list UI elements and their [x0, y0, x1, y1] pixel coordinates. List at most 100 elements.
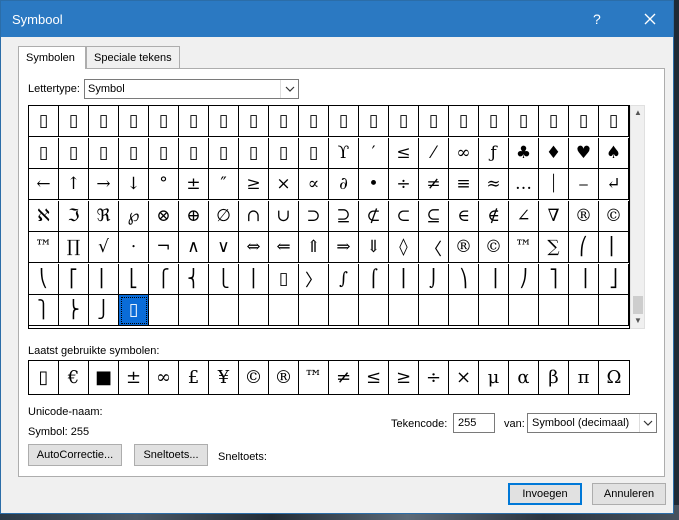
symbol-cell[interactable]: ⎬	[59, 295, 89, 326]
symbol-cell[interactable]: ∨	[209, 232, 239, 263]
symbol-cell[interactable]	[239, 295, 269, 326]
symbol-cell[interactable]: √	[89, 232, 119, 263]
symbol-cell[interactable]: ∅	[209, 200, 239, 232]
symbol-cell[interactable]: ©	[599, 200, 629, 232]
tekencode-input[interactable]: 255	[453, 413, 495, 433]
recent-symbol[interactable]: ▯	[29, 361, 59, 394]
symbol-cell[interactable]: ▯	[389, 106, 419, 137]
recent-symbol[interactable]: μ	[479, 361, 509, 394]
symbol-cell[interactable]: ⇒	[329, 232, 359, 263]
symbol-cell[interactable]: ⎛	[569, 232, 599, 263]
symbol-cell[interactable]: ▯	[119, 106, 149, 137]
symbol-cell[interactable]: ⎪	[239, 263, 269, 295]
symbol-cell[interactable]: ∠	[509, 200, 539, 232]
symbol-cell[interactable]: ▯	[89, 137, 119, 169]
tab-speciale-tekens[interactable]: Speciale tekens	[86, 46, 180, 68]
symbol-cell[interactable]: •	[359, 169, 389, 200]
recent-symbol[interactable]: ±	[119, 361, 149, 394]
symbol-cell[interactable]: ⊗	[149, 200, 179, 232]
symbol-cell[interactable]	[599, 295, 629, 326]
insert-button[interactable]: Invoegen	[508, 483, 582, 505]
scroll-down-icon[interactable]: ▼	[634, 316, 642, 325]
symbol-cell[interactable]: ⎫	[29, 295, 59, 326]
symbol-cell[interactable]: ▯	[29, 106, 59, 137]
recent-symbol[interactable]: ÷	[419, 361, 449, 394]
symbol-cell[interactable]	[329, 295, 359, 326]
symbol-cell[interactable]: ⌡	[419, 263, 449, 295]
symbol-cell[interactable]: ⊆	[419, 200, 449, 232]
symbol-cell[interactable]: ÷	[389, 169, 419, 200]
symbol-cell[interactable]: ∩	[239, 200, 269, 232]
symbol-cell[interactable]: ×	[269, 169, 299, 200]
recent-symbol[interactable]: α	[509, 361, 539, 394]
symbol-cell[interactable]	[269, 295, 299, 326]
symbol-cell[interactable]: ▯	[119, 137, 149, 169]
scroll-up-icon[interactable]: ▲	[634, 108, 642, 117]
symbol-cell[interactable]: ∝	[299, 169, 329, 200]
symbol-cell[interactable]: ≡	[449, 169, 479, 200]
symbol-cell[interactable]: ≥	[239, 169, 269, 200]
recent-symbol[interactable]: ■	[89, 361, 119, 394]
symbol-cell[interactable]: ⇐	[269, 232, 299, 263]
symbol-cell[interactable]: ≤	[389, 137, 419, 169]
symbol-cell[interactable]: ⇓	[359, 232, 389, 263]
symbol-cell[interactable]: ▯	[419, 106, 449, 137]
recent-symbol[interactable]: ∞	[149, 361, 179, 394]
recent-symbol[interactable]: π	[569, 361, 599, 394]
symbol-cell[interactable]: ≈	[479, 169, 509, 200]
symbol-cell[interactable]: ℘	[119, 200, 149, 232]
symbol-cell[interactable]: ∇	[539, 200, 569, 232]
symbol-cell[interactable]: ¬	[149, 232, 179, 263]
symbol-cell[interactable]: ∫	[329, 263, 359, 295]
symbol-cell[interactable]: ♦	[539, 137, 569, 169]
symbol-cell[interactable]: ♠	[599, 137, 629, 169]
symbol-cell[interactable]: ⎥	[569, 263, 599, 295]
symbol-cell[interactable]: ⎣	[119, 263, 149, 295]
tab-symbolen[interactable]: Symbolen	[18, 46, 86, 69]
recent-symbol[interactable]: ≤	[359, 361, 389, 394]
symbol-cell[interactable]: ▯	[299, 106, 329, 137]
symbol-cell[interactable]: ▯	[299, 137, 329, 169]
symbol-cell[interactable]: ⇑	[299, 232, 329, 263]
symbol-cell[interactable]: ⏐	[539, 169, 569, 200]
symbol-cell[interactable]: ▯	[209, 137, 239, 169]
symbol-cell[interactable]: ∪	[269, 200, 299, 232]
symbol-cell[interactable]: ▯	[179, 106, 209, 137]
symbol-cell[interactable]: ™	[509, 232, 539, 263]
symbol-cell[interactable]: ⊃	[299, 200, 329, 232]
symbol-cell[interactable]: ∧	[179, 232, 209, 263]
symbol-cell[interactable]: ℜ	[89, 200, 119, 232]
symbol-cell[interactable]: ▯	[599, 106, 629, 137]
symbol-cell[interactable]: ⋅	[119, 232, 149, 263]
symbol-cell[interactable]: ⎡	[59, 263, 89, 295]
symbol-cell[interactable]: ▯	[539, 106, 569, 137]
symbol-cell[interactable]: ▯	[239, 106, 269, 137]
symbol-cell[interactable]: ⎟	[479, 263, 509, 295]
recent-symbol[interactable]: ×	[449, 361, 479, 394]
symbol-cell[interactable]: ⌠	[359, 263, 389, 295]
symbol-cell[interactable]: ▯	[569, 106, 599, 137]
symbol-cell[interactable]	[359, 295, 389, 326]
recent-symbol[interactable]: β	[539, 361, 569, 394]
symbol-cell[interactable]: ⎧	[149, 263, 179, 295]
symbol-cell[interactable]: ▯	[59, 137, 89, 169]
symbol-cell[interactable]: ↵	[599, 169, 629, 200]
symbol-cell[interactable]: ℑ	[59, 200, 89, 232]
symbol-cell[interactable]: ←	[29, 169, 59, 200]
symbol-cell[interactable]: ″	[209, 169, 239, 200]
symbol-cell[interactable]: ∑	[539, 232, 569, 263]
font-select[interactable]: Symbol	[84, 79, 299, 99]
recent-symbol[interactable]: ¥	[209, 361, 239, 394]
symbol-cell[interactable]	[149, 295, 179, 326]
symbol-cell[interactable]	[299, 295, 329, 326]
recent-symbol[interactable]: ©	[239, 361, 269, 394]
symbol-cell[interactable]: ♥	[569, 137, 599, 169]
symbol-cell[interactable]: ⎤	[539, 263, 569, 295]
symbol-cell[interactable]: ▯	[269, 263, 299, 295]
symbol-cell[interactable]: ⎜	[599, 232, 629, 263]
symbol-cell[interactable]: ▯	[329, 106, 359, 137]
grid-scrollbar[interactable]: ▲ ▼	[630, 105, 645, 329]
symbol-cell[interactable]: ∏	[59, 232, 89, 263]
symbol-cell[interactable]	[539, 295, 569, 326]
symbol-cell[interactable]: ▯	[449, 106, 479, 137]
